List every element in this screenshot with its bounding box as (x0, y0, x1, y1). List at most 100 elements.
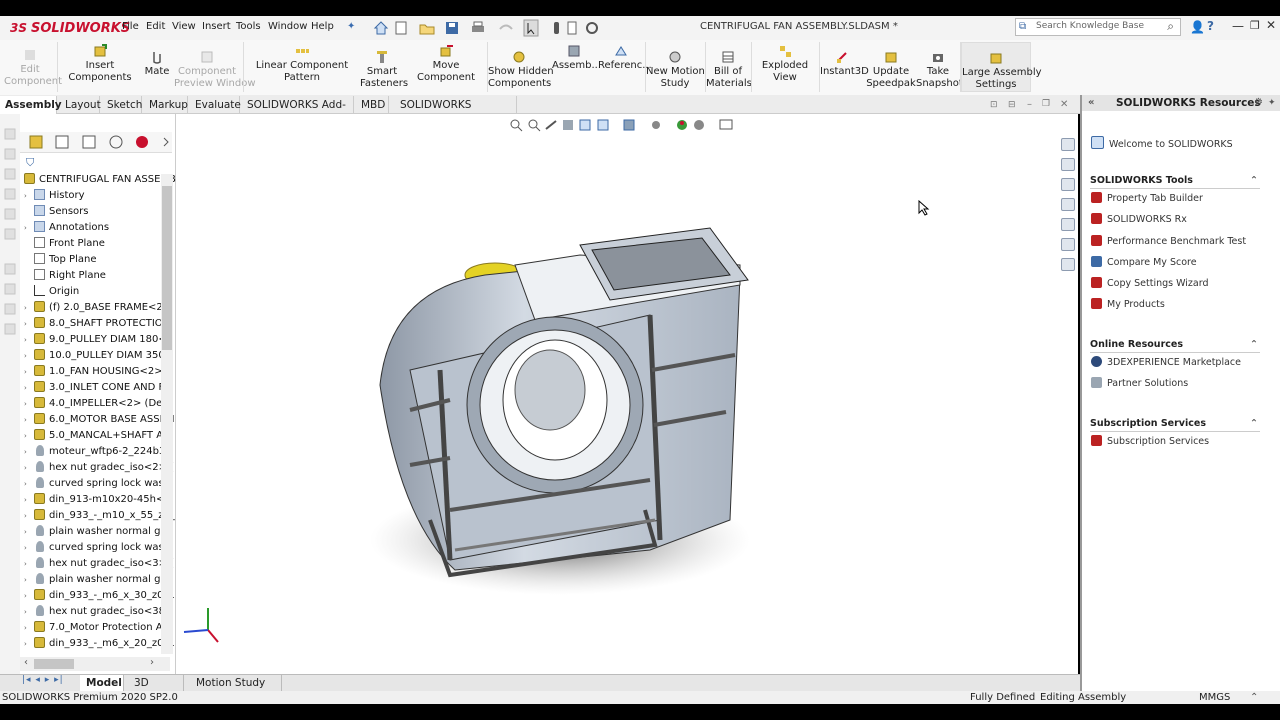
tree-item[interactable]: › 1.0_FAN HOUSING<2> ( (24, 364, 170, 380)
reference-geometry-button[interactable]: Referenc... (598, 44, 652, 72)
view-settings-icon[interactable] (719, 119, 733, 130)
link-subscription-services[interactable]: Subscription Services (1091, 435, 1209, 449)
expand-arrow-icon[interactable]: › (24, 604, 34, 620)
linear-component-pattern-button[interactable]: Linear Component Pattern (244, 44, 360, 84)
tree-item[interactable]: › din_913-m10x20-45h<1 (24, 492, 171, 508)
exploded-view-button[interactable]: Exploded View (752, 44, 818, 84)
move-component-button[interactable]: Move Component (406, 44, 486, 84)
tab-evaluate[interactable]: Evaluate (190, 96, 241, 114)
solidworks-logo[interactable]: 3S SOLIDWORKS (10, 18, 130, 38)
menu-window[interactable]: Window (268, 21, 307, 32)
tree-item[interactable]: › 10.0_PULLEY DIAM 350< (24, 348, 173, 364)
tree-item[interactable]: › 7.0_Motor Protection As (24, 620, 168, 636)
tree-item[interactable]: Top Plane (24, 252, 96, 268)
tree-item[interactable]: › din_933_-_m10_x_55_z0_ (24, 508, 175, 524)
update-speedpak-button[interactable]: Update Speedpak (866, 50, 916, 90)
doc-close-icon[interactable]: ✕ (1060, 99, 1068, 110)
rebuild-icon[interactable] (554, 22, 559, 34)
tree-item[interactable]: Sensors (24, 204, 89, 220)
tree-item[interactable]: › hex nut gradec_iso<3> ( (24, 556, 174, 572)
minimize-window-icon[interactable]: — (1232, 19, 1244, 33)
tree-item[interactable]: › Annotations (24, 220, 109, 236)
new-document-icon[interactable] (395, 21, 407, 35)
propertymanager-tab-icon[interactable] (55, 135, 69, 149)
tab-navigation-arrows-icon[interactable]: |◂ ◂ ▸ ▸| (22, 675, 64, 685)
pane-pin-icon[interactable]: ✦ (1268, 95, 1276, 111)
section-solidworks-tools[interactable]: SOLIDWORKS Tools ⌃ (1090, 173, 1260, 189)
take-snapshot-button[interactable]: Take Snapshot (916, 50, 963, 90)
undo-icon[interactable] (499, 24, 513, 30)
tree-item[interactable]: › hex nut gradec_iso<2> ( (24, 460, 174, 476)
tab-3d-views[interactable]: 3D Views (128, 675, 184, 705)
custom-properties-tab-icon[interactable] (1061, 238, 1075, 251)
tab-mbd[interactable]: MBD (356, 96, 389, 114)
menu-view[interactable]: View (172, 21, 196, 32)
link-property-tab-builder[interactable]: Property Tab Builder (1091, 192, 1203, 206)
open-folder-icon[interactable] (419, 24, 435, 35)
pin-icon[interactable]: ✦ (347, 21, 355, 32)
expand-arrow-icon[interactable]: › (24, 572, 34, 588)
menu-edit[interactable]: Edit (146, 21, 165, 32)
assembly-features-button[interactable]: Assemb... (552, 44, 601, 72)
user-icon[interactable]: 👤 (1190, 20, 1205, 34)
tree-item[interactable]: › curved spring lock wash (24, 476, 170, 492)
tab-solidworks-inspection[interactable]: SOLIDWORKS Inspection (395, 96, 517, 129)
expand-arrow-icon[interactable]: › (24, 636, 34, 652)
scroll-left-icon[interactable]: ‹ (24, 657, 28, 668)
menu-help[interactable]: Help (311, 21, 334, 32)
chevron-up-icon[interactable]: ⌃ (1250, 416, 1258, 431)
edit-component-button[interactable]: Edit Component (4, 48, 62, 88)
display-style-icon[interactable] (623, 119, 635, 131)
select-arrow-icon[interactable] (523, 19, 539, 37)
search-input[interactable]: ⧉ Search Knowledge Base ⌕ (1015, 18, 1181, 36)
tab-layout[interactable]: Layout (60, 96, 101, 114)
view-palette-tab-icon[interactable] (1061, 198, 1075, 211)
tab-motion-study-1[interactable]: Motion Study 1 (190, 675, 282, 705)
link-copy-settings-wizard[interactable]: Copy Settings Wizard (1091, 277, 1209, 291)
file-properties-icon[interactable] (567, 21, 577, 35)
tab-assembly[interactable]: Assembly (0, 96, 62, 114)
dynamic-annotation-icon[interactable] (579, 119, 591, 131)
expand-arrow-icon[interactable]: › (24, 460, 34, 476)
zoom-to-fit-icon[interactable] (510, 119, 523, 132)
tree-item[interactable]: › plain washer normal gra (24, 524, 171, 540)
tree-item[interactable]: Right Plane (24, 268, 106, 284)
link-solidworks-rx[interactable]: SOLIDWORKS Rx (1091, 213, 1187, 227)
bill-of-materials-button[interactable]: Bill of Materials (706, 50, 752, 90)
doc-restore-icon[interactable]: ❐ (1042, 99, 1050, 109)
expand-arrow-icon[interactable]: › (24, 300, 34, 316)
display-manager-tab-icon[interactable] (136, 136, 148, 148)
filter-icon[interactable]: ⛉ (26, 156, 34, 170)
featuremanager-tab-icon[interactable] (29, 135, 43, 149)
chevron-up-icon[interactable]: ⌃ (1250, 337, 1258, 352)
tree-vertical-scroll-thumb[interactable] (162, 186, 172, 350)
tree-item[interactable]: › curved spring lock wash (24, 540, 170, 556)
previous-view-icon[interactable] (545, 120, 557, 130)
status-units[interactable]: MMGS (1199, 691, 1230, 704)
tab-model[interactable]: Model (80, 675, 124, 691)
link-performance-benchmark-test[interactable]: Performance Benchmark Test (1091, 235, 1246, 249)
tree-item[interactable]: › (f) 2.0_BASE FRAME<2> (24, 300, 171, 316)
scroll-right-icon[interactable]: › (150, 657, 154, 668)
tree-item[interactable]: › moteur_wftp6-2_224b3t (24, 444, 169, 460)
options-gear-icon[interactable] (586, 22, 598, 34)
tab-solidworks-add-ins[interactable]: SOLIDWORKS Add-Ins (242, 96, 354, 129)
smart-fasteners-button[interactable]: Smart Fasteners (360, 50, 408, 90)
expand-arrow-icon[interactable]: › (24, 540, 34, 556)
appearances-tab-icon[interactable] (1061, 218, 1075, 231)
mate-button[interactable]: Mate (142, 50, 172, 78)
expand-arrow-icon[interactable]: › (24, 380, 34, 396)
show-hidden-components-button[interactable]: Show Hidden Components (488, 50, 554, 90)
expand-arrow-icon[interactable]: › (24, 620, 34, 636)
tree-item[interactable]: › 8.0_SHAFT PROTECTION (24, 316, 170, 332)
expand-arrow-icon[interactable]: › (24, 476, 34, 492)
tree-item[interactable]: Origin (24, 284, 79, 300)
collapse-pane-icon[interactable]: « (1088, 95, 1094, 111)
tree-item[interactable]: › 5.0_MANCAL+SHAFT AS (24, 428, 169, 444)
home-icon[interactable] (373, 21, 389, 35)
expand-arrow-icon[interactable]: › (24, 428, 34, 444)
tree-item[interactable]: › hex nut gradec_iso<38> (24, 604, 173, 620)
file-explorer-tab-icon[interactable] (1061, 178, 1075, 191)
expand-arrow-icon[interactable]: › (24, 220, 34, 236)
instant3d-button[interactable]: Instant3D (820, 50, 869, 78)
